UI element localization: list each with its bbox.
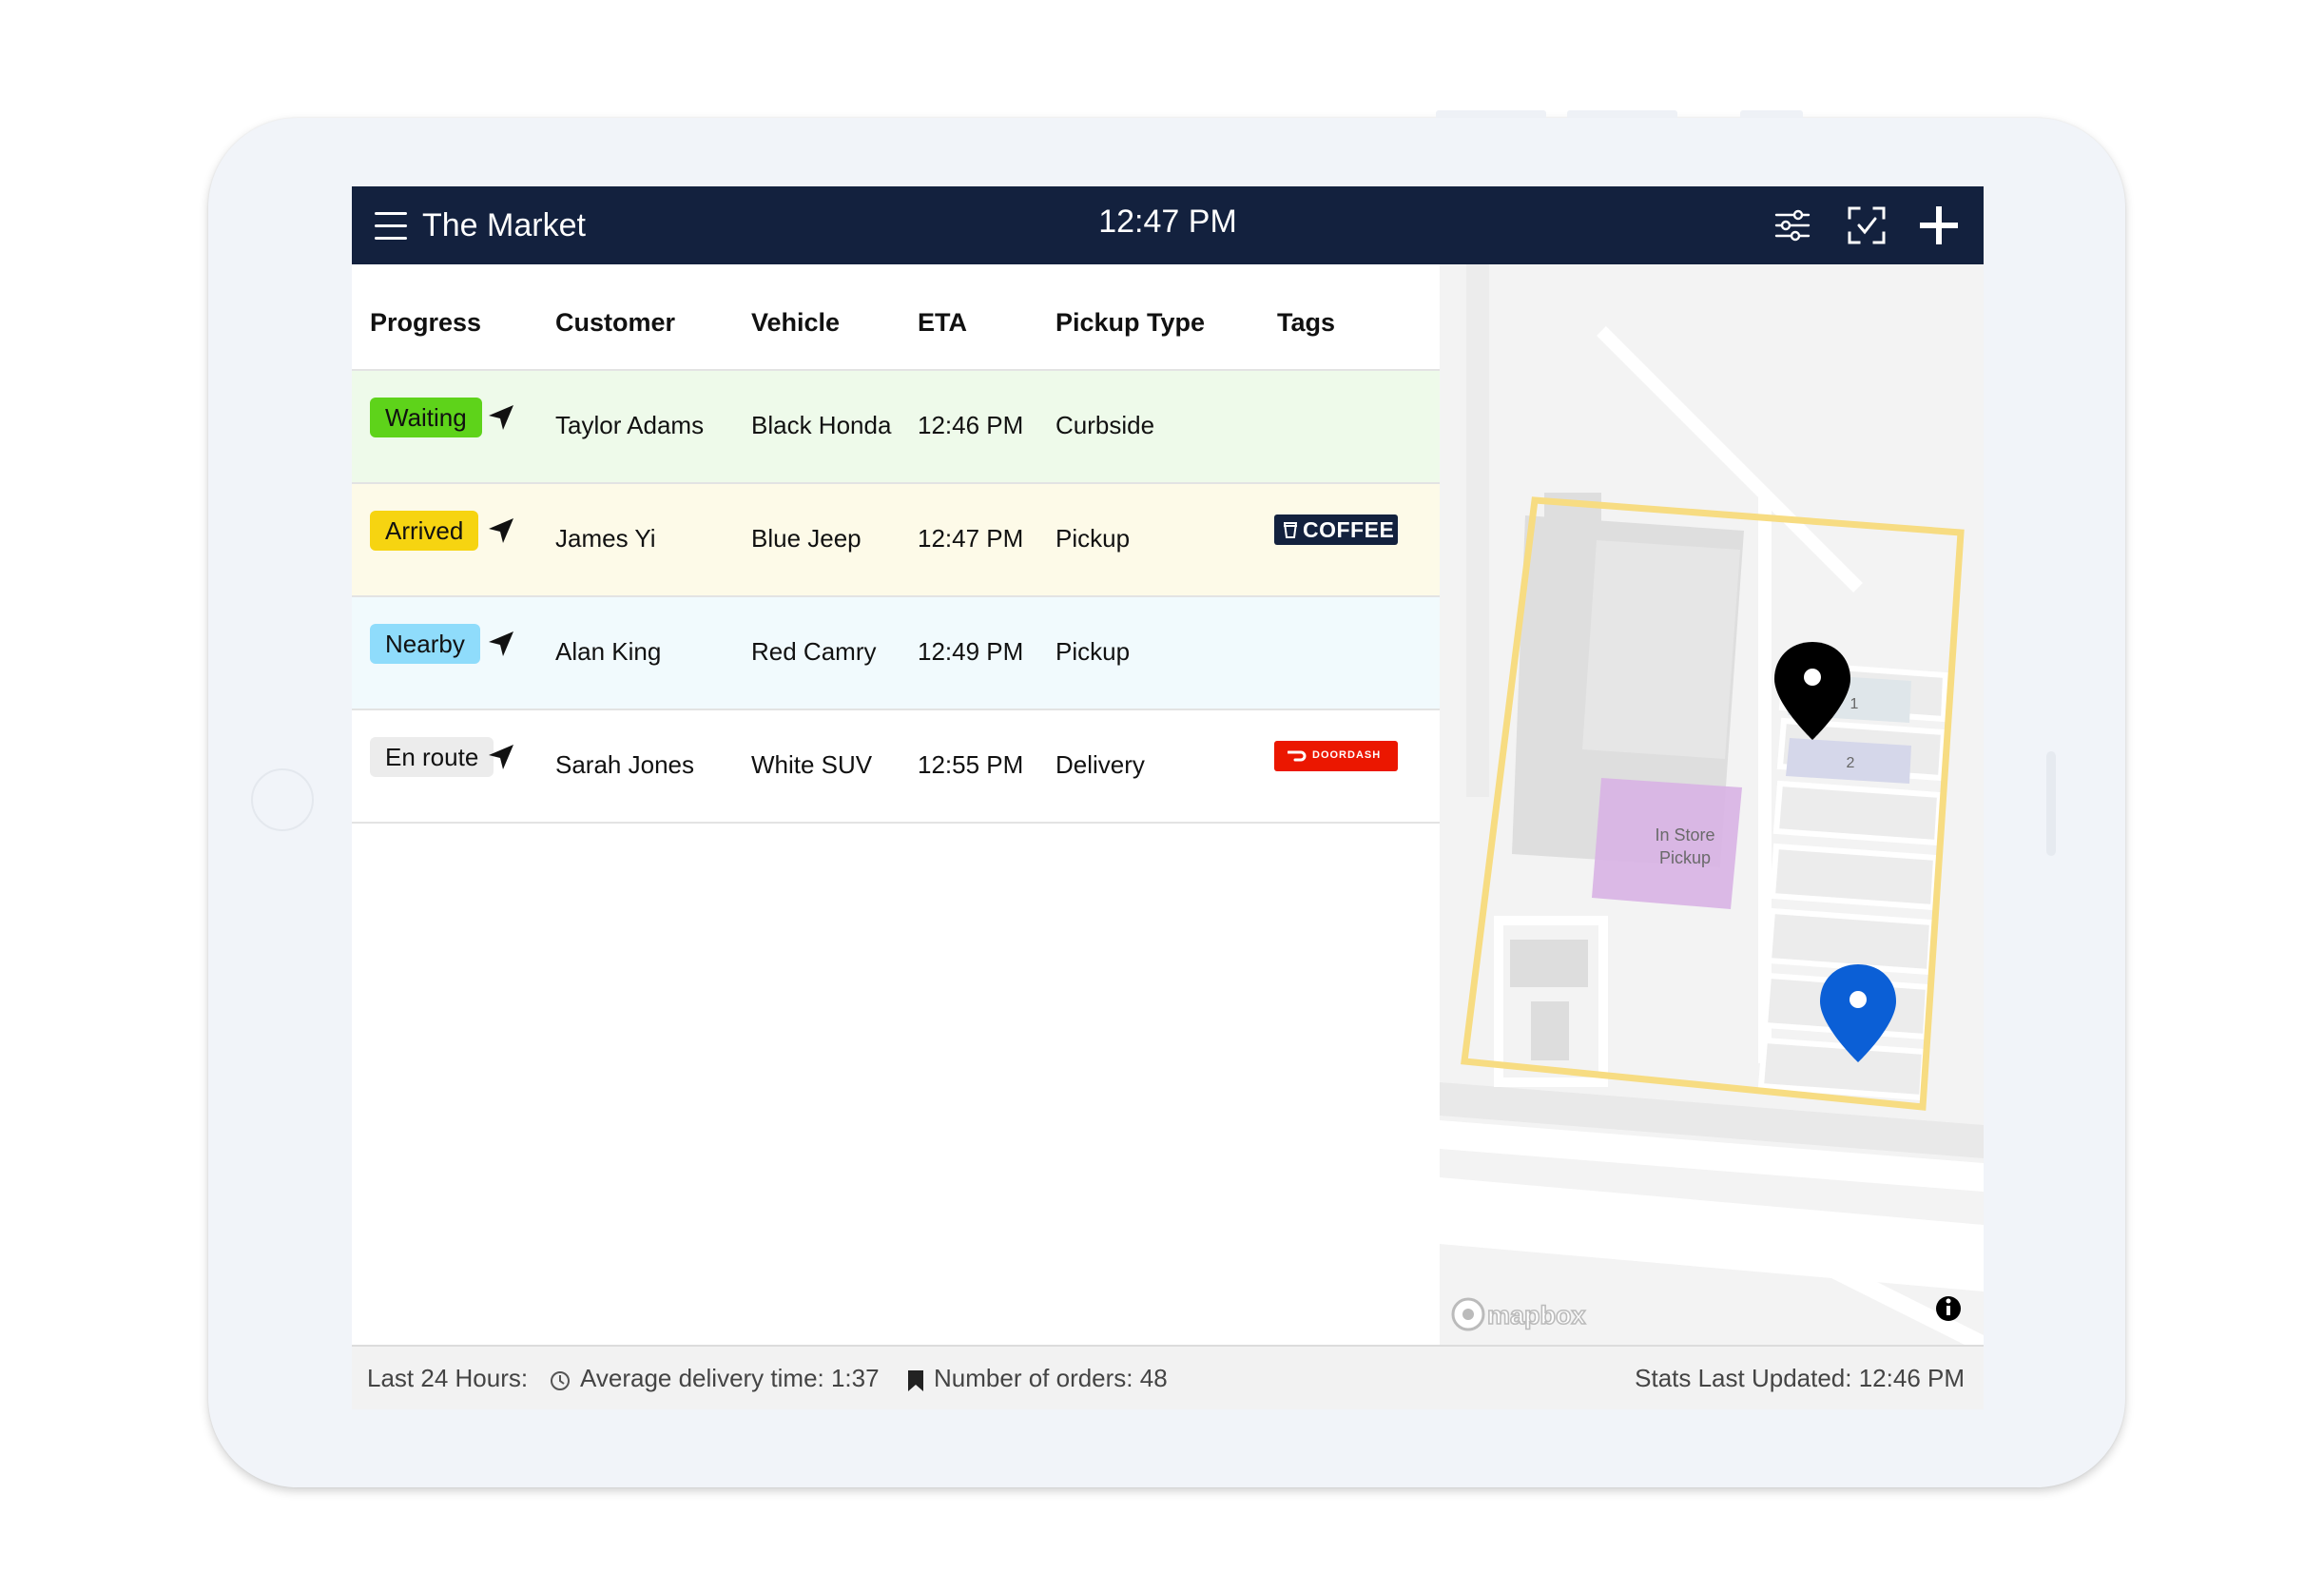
navigation-arrow-icon[interactable] [487, 743, 515, 771]
column-header-vehicle[interactable]: Vehicle [751, 308, 840, 338]
column-header-customer[interactable]: Customer [555, 308, 675, 338]
side-sensor [2046, 751, 2056, 856]
customer-name: Alan King [555, 637, 662, 666]
mapbox-attribution: mapbox [1487, 1301, 1586, 1330]
top-bar: The Market 12:47 PM [352, 186, 1984, 264]
vehicle: Red Camry [751, 637, 877, 666]
info-icon[interactable] [1936, 1296, 1961, 1321]
eta: 12:46 PM [918, 411, 1024, 439]
table-row[interactable]: Arrived James Yi Blue Jeep 12:47 PM Pick… [352, 484, 1440, 597]
stats-bar: Last 24 Hours: Average delivery time: 1:… [352, 1345, 1984, 1409]
status-badge[interactable]: En route [370, 737, 494, 777]
volume-button [1567, 110, 1677, 118]
sliders-icon[interactable] [1772, 205, 1812, 245]
pickup-type: Pickup [1055, 524, 1131, 553]
vehicle: Black Honda [751, 411, 892, 439]
scan-check-icon[interactable] [1847, 205, 1887, 245]
eta: 12:55 PM [918, 750, 1024, 779]
status-badge[interactable]: Waiting [370, 398, 482, 437]
average-delivery-time: Average delivery time: 1:37 [580, 1364, 880, 1392]
coffee-tag[interactable]: COFFEE [1274, 514, 1398, 545]
table-header: Progress Customer Vehicle ETA Pickup Typ… [352, 264, 1440, 371]
doordash-tag[interactable]: DOORDASH [1274, 741, 1398, 771]
number-of-orders: Number of orders: 48 [934, 1364, 1168, 1392]
status-badge[interactable]: Arrived [370, 511, 479, 551]
table-row[interactable]: En route Sarah Jones White SUV 12:55 PM … [352, 710, 1440, 824]
power-button [1740, 110, 1803, 118]
stats-period-label: Last 24 Hours: [367, 1364, 529, 1392]
column-header-progress[interactable]: Progress [370, 308, 481, 338]
map-canvas[interactable]: 1 2 In Store Pickup mapbox [1440, 264, 1984, 1345]
app-screen: The Market 12:47 PM Progress Customer Ve… [352, 186, 1984, 1409]
stats-last-updated: Stats Last Updated: 12:46 PM [1635, 1364, 1965, 1392]
parking-spot-2-label: 2 [1847, 755, 1855, 771]
zone-label-line-1: In Store [1655, 825, 1714, 845]
pickup-type: Pickup [1055, 637, 1131, 666]
vehicle: White SUV [751, 750, 873, 779]
map-view[interactable]: 1 2 In Store Pickup mapbox [1440, 264, 1984, 1345]
zone-label-line-2: Pickup [1659, 848, 1711, 867]
customer-name: Sarah Jones [555, 750, 694, 779]
coffee-cup-icon [1284, 522, 1297, 538]
tag-label: COFFEE [1303, 517, 1395, 542]
column-header-eta[interactable]: ETA [918, 308, 967, 338]
column-header-pickup-type[interactable]: Pickup Type [1055, 308, 1205, 338]
home-button[interactable] [251, 768, 314, 831]
column-header-tags[interactable]: Tags [1277, 308, 1335, 338]
navigation-arrow-icon[interactable] [487, 403, 515, 432]
navigation-arrow-icon[interactable] [487, 630, 515, 658]
tag-label: DOORDASH [1312, 749, 1382, 761]
eta: 12:47 PM [918, 524, 1024, 553]
pickup-type: Delivery [1055, 750, 1145, 779]
orders-table: Progress Customer Vehicle ETA Pickup Typ… [352, 264, 1440, 1345]
navigation-arrow-icon[interactable] [487, 516, 515, 545]
eta: 12:49 PM [918, 637, 1024, 666]
table-row[interactable]: Nearby Alan King Red Camry 12:49 PM Pick… [352, 597, 1440, 710]
pickup-type: Curbside [1055, 411, 1155, 439]
parking-spot-1-label: 1 [1850, 696, 1859, 712]
doordash-logo-icon [1288, 750, 1307, 762]
volume-button [1436, 110, 1546, 118]
clock-icon [551, 1371, 570, 1390]
table-row[interactable]: Waiting Taylor Adams Black Honda 12:46 P… [352, 371, 1440, 484]
customer-name: James Yi [555, 524, 656, 553]
current-time: 12:47 PM [1098, 204, 1237, 240]
vehicle: Blue Jeep [751, 524, 862, 553]
status-badge[interactable]: Nearby [370, 624, 480, 664]
plus-icon[interactable] [1919, 205, 1959, 245]
bookmark-icon [908, 1370, 923, 1391]
customer-name: Taylor Adams [555, 411, 705, 439]
mapbox-logo-icon [1451, 1297, 1485, 1331]
